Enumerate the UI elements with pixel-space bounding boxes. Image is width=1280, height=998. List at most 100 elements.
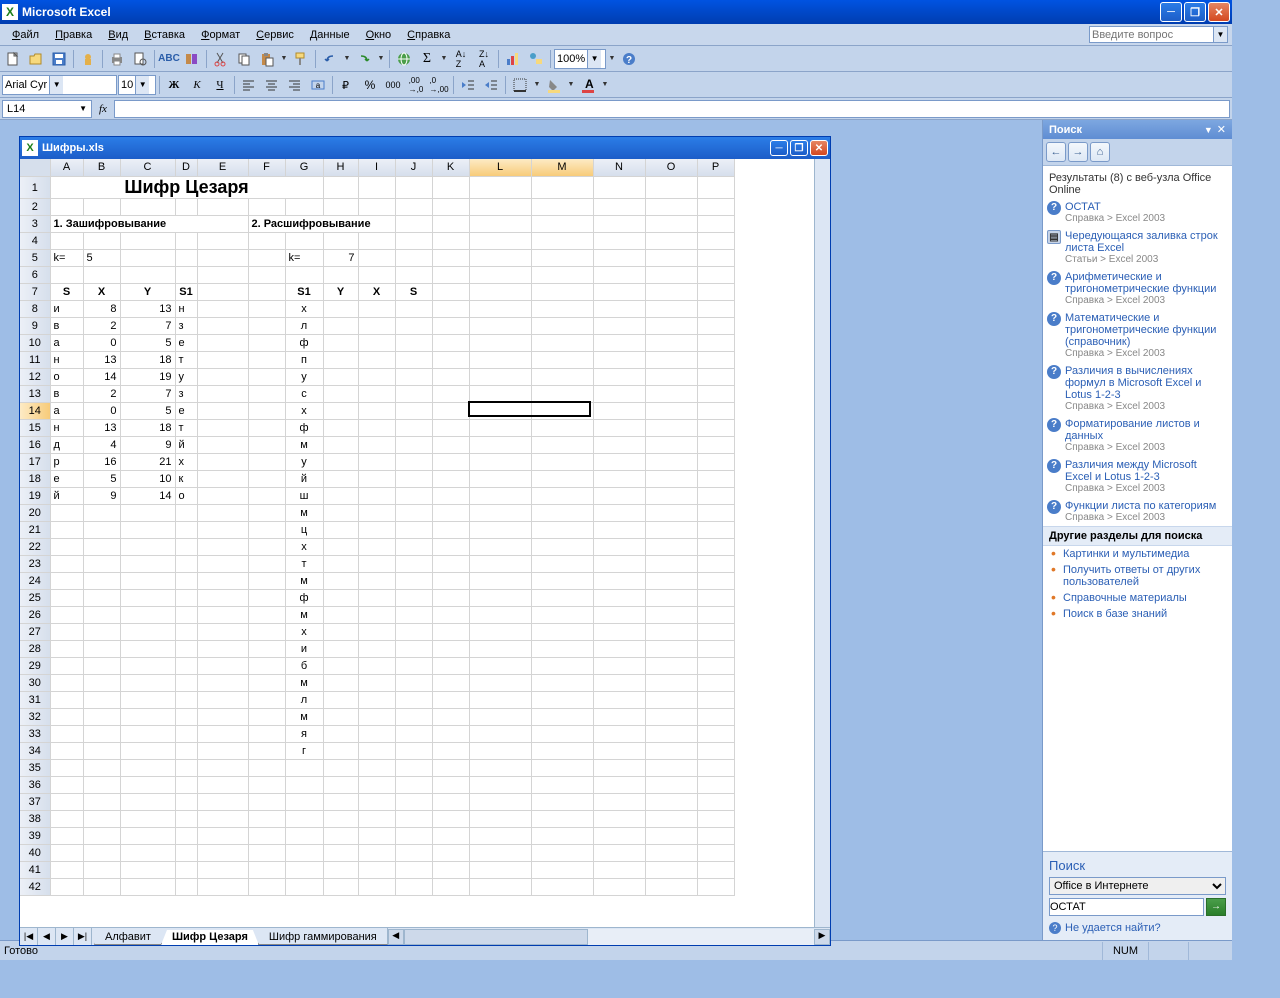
cell[interactable]: S [50, 284, 83, 301]
tab-next-icon[interactable]: ▶ [56, 928, 74, 945]
cell[interactable] [50, 573, 83, 590]
row-header[interactable]: 6 [20, 267, 50, 284]
col-header-B[interactable]: B [83, 159, 120, 177]
cell[interactable] [323, 862, 358, 879]
cell[interactable] [197, 828, 248, 845]
cell[interactable]: у [175, 369, 197, 386]
cell[interactable] [432, 726, 469, 743]
menu-data[interactable]: Данные [302, 27, 358, 43]
cell[interactable] [120, 709, 175, 726]
cell[interactable] [248, 318, 285, 335]
cell[interactable] [531, 590, 593, 607]
cell[interactable] [395, 420, 432, 437]
cell[interactable] [175, 811, 197, 828]
cell[interactable]: е [175, 403, 197, 420]
cell[interactable] [83, 556, 120, 573]
cell[interactable]: х [175, 454, 197, 471]
cell[interactable] [593, 811, 645, 828]
cell[interactable]: т [175, 420, 197, 437]
decrease-indent-icon[interactable] [457, 74, 479, 96]
cell[interactable] [175, 624, 197, 641]
cell[interactable] [432, 301, 469, 318]
cell[interactable]: ф [285, 335, 323, 352]
cell[interactable] [50, 743, 83, 760]
cell[interactable] [432, 624, 469, 641]
cell[interactable] [645, 267, 697, 284]
menu-format[interactable]: Формат [193, 27, 248, 43]
cell[interactable] [469, 692, 531, 709]
cell[interactable] [697, 352, 734, 369]
cell[interactable] [248, 828, 285, 845]
cell[interactable] [593, 675, 645, 692]
cell[interactable] [197, 199, 248, 216]
cell[interactable] [593, 624, 645, 641]
search-result-item[interactable]: ?Арифметические и тригонометрические фун… [1043, 268, 1232, 309]
cell[interactable]: м [285, 437, 323, 454]
cell[interactable] [593, 233, 645, 250]
cell[interactable] [469, 386, 531, 403]
cell[interactable]: Y [323, 284, 358, 301]
menu-view[interactable]: Вид [100, 27, 136, 43]
row-header[interactable]: 5 [20, 250, 50, 267]
cell[interactable] [593, 709, 645, 726]
cell[interactable] [285, 811, 323, 828]
cell[interactable] [531, 658, 593, 675]
cell[interactable] [531, 301, 593, 318]
col-header-G[interactable]: G [285, 159, 323, 177]
cell[interactable] [697, 794, 734, 811]
cell[interactable] [697, 556, 734, 573]
font-name-combo[interactable]: Arial Cyr▼ [2, 75, 117, 95]
borders-icon[interactable] [509, 74, 531, 96]
cell[interactable]: х [285, 301, 323, 318]
cell[interactable] [197, 522, 248, 539]
row-header[interactable]: 12 [20, 369, 50, 386]
cell[interactable] [248, 488, 285, 505]
cell[interactable] [50, 556, 83, 573]
cell[interactable] [50, 607, 83, 624]
cell[interactable] [358, 726, 395, 743]
cell[interactable] [197, 845, 248, 862]
cell[interactable] [531, 794, 593, 811]
cell[interactable] [469, 777, 531, 794]
cell[interactable] [395, 318, 432, 335]
cell[interactable] [593, 386, 645, 403]
cell[interactable] [358, 471, 395, 488]
cell[interactable] [469, 726, 531, 743]
cell[interactable] [697, 658, 734, 675]
underline-icon[interactable]: Ч [209, 74, 231, 96]
cell[interactable] [432, 454, 469, 471]
cell[interactable] [358, 556, 395, 573]
cell[interactable] [120, 199, 175, 216]
cell[interactable] [432, 862, 469, 879]
cell[interactable] [432, 607, 469, 624]
cell[interactable] [697, 607, 734, 624]
cell[interactable] [358, 250, 395, 267]
cell[interactable] [175, 556, 197, 573]
cell[interactable] [323, 692, 358, 709]
cell[interactable] [323, 743, 358, 760]
cell[interactable] [593, 335, 645, 352]
row-header[interactable]: 31 [20, 692, 50, 709]
comma-icon[interactable]: 000 [382, 74, 404, 96]
cell[interactable] [531, 709, 593, 726]
cell[interactable] [395, 403, 432, 420]
cell[interactable] [432, 573, 469, 590]
cell[interactable] [469, 811, 531, 828]
cell[interactable] [358, 488, 395, 505]
cell[interactable] [83, 794, 120, 811]
cell[interactable] [175, 199, 197, 216]
cell[interactable] [248, 811, 285, 828]
cell[interactable] [645, 658, 697, 675]
cell[interactable] [50, 539, 83, 556]
cell[interactable] [395, 777, 432, 794]
cell[interactable] [697, 811, 734, 828]
cell[interactable] [432, 267, 469, 284]
paste-icon[interactable] [256, 48, 278, 70]
cell[interactable] [50, 777, 83, 794]
cell[interactable] [531, 845, 593, 862]
cell[interactable]: п [285, 352, 323, 369]
cell[interactable] [531, 641, 593, 658]
cell[interactable] [469, 267, 531, 284]
cell[interactable] [432, 284, 469, 301]
cell[interactable] [645, 828, 697, 845]
